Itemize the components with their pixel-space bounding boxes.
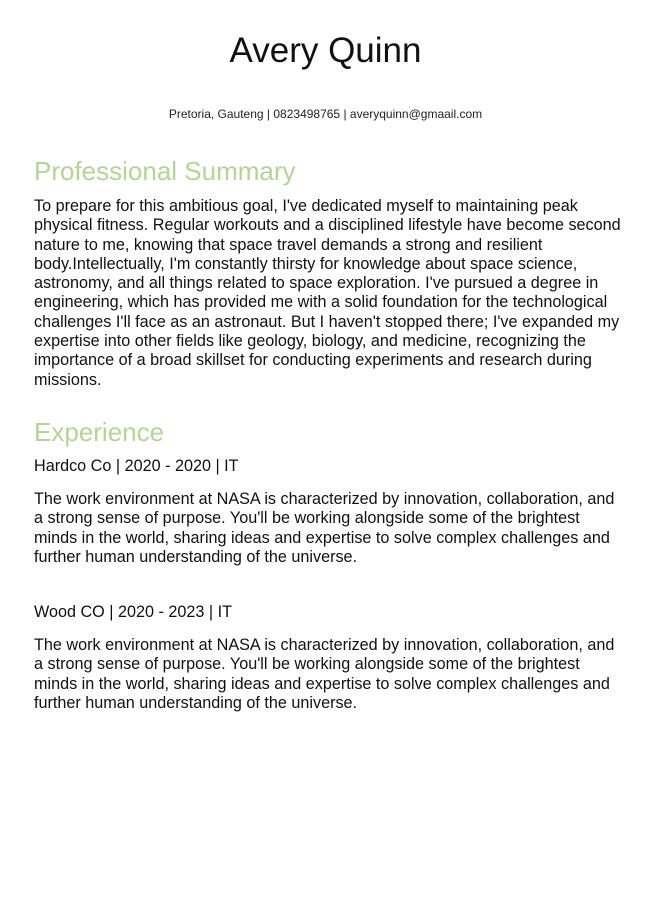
job-title-hardco: Hardco Co | 2020 - 2020 | IT [34,457,239,475]
professional-summary-text: To prepare for this ambitious goal, I've… [34,197,621,389]
professional-summary-heading: Professional Summary [34,156,296,186]
experience-heading: Experience [34,417,165,447]
contact-line: Pretoria, Gauteng | 0823498765 | averyqu… [168,107,483,121]
job-description-hardco: The work environment at NASA is characte… [34,490,615,566]
job-description-wood: The work environment at NASA is characte… [34,636,615,712]
resume-page: Avery Quinn Pretoria, Gauteng | 08234987… [0,0,651,917]
candidate-name: Avery Quinn [229,31,422,70]
job-title-wood: Wood CO | 2020 - 2023 | IT [34,603,232,621]
